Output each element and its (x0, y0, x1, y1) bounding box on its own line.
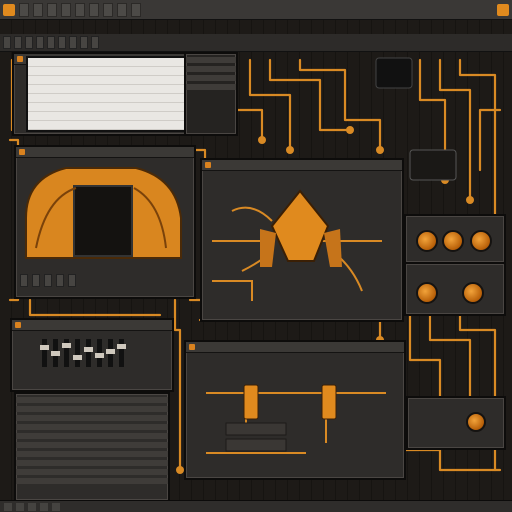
status-item (40, 502, 48, 511)
preview-graphic (25, 167, 182, 259)
list-item[interactable] (28, 67, 188, 76)
panel-icon (17, 56, 23, 62)
status-item (28, 502, 36, 511)
orange-knob-icon[interactable] (462, 282, 484, 304)
list-item[interactable] (28, 94, 188, 103)
list-item[interactable] (28, 112, 188, 121)
panel-icon (205, 162, 211, 168)
list-item[interactable] (28, 58, 188, 67)
knob-panel (404, 262, 506, 316)
panel-titlebar (12, 320, 172, 331)
fader[interactable] (117, 339, 126, 367)
menu-item[interactable] (89, 2, 99, 17)
toolbar-button[interactable] (3, 36, 11, 49)
menu-item[interactable] (61, 2, 71, 17)
desktop-canvas (0, 0, 512, 512)
node-shape (270, 189, 330, 262)
property-row[interactable] (16, 406, 168, 412)
chip-icon (375, 57, 413, 89)
canvas-window (200, 158, 404, 322)
control-button[interactable] (44, 274, 52, 287)
status-item (4, 502, 12, 511)
toolbar-button[interactable] (80, 36, 88, 49)
menu-item[interactable] (103, 2, 113, 17)
tool-bar (0, 34, 512, 52)
panel-icon (189, 344, 195, 350)
property-row[interactable] (16, 478, 168, 484)
file-listing[interactable] (26, 56, 190, 132)
toolbar-button[interactable] (25, 36, 33, 49)
orange-knob-icon[interactable] (442, 230, 464, 252)
panel-icon (15, 322, 21, 328)
properties-panel (14, 392, 170, 502)
transport-controls (16, 272, 194, 289)
toolbar-button[interactable] (36, 36, 44, 49)
toolbar-button[interactable] (91, 36, 99, 49)
list-item[interactable] (28, 76, 188, 85)
fader[interactable] (95, 339, 104, 367)
fader-group (12, 331, 172, 375)
property-row[interactable] (16, 442, 168, 448)
app-icon[interactable] (3, 3, 15, 16)
orange-knob-icon[interactable] (416, 230, 438, 252)
control-button[interactable] (32, 274, 40, 287)
property-row[interactable] (16, 415, 168, 421)
fader[interactable] (73, 339, 82, 367)
orange-knob-icon[interactable] (470, 230, 492, 252)
knob-panel (404, 214, 506, 264)
panel-titlebar (186, 342, 404, 353)
panel-titlebar (16, 147, 194, 158)
property-row[interactable] (16, 460, 168, 466)
mixer-panel (10, 318, 174, 392)
toolbar-button[interactable] (58, 36, 66, 49)
panel-titlebar (202, 160, 402, 171)
menu-item[interactable] (117, 2, 127, 17)
control-button[interactable] (56, 274, 64, 287)
status-bar (0, 500, 512, 512)
menu-item[interactable] (47, 2, 57, 17)
list-item[interactable] (28, 121, 188, 130)
orange-knob-icon[interactable] (416, 282, 438, 304)
fader[interactable] (62, 339, 71, 367)
toolbar-button[interactable] (14, 36, 22, 49)
signal-graph[interactable] (186, 353, 400, 473)
preview-panel (14, 145, 196, 299)
inspector-row[interactable] (186, 84, 236, 90)
menu-item[interactable] (75, 2, 85, 17)
toolbar-button[interactable] (47, 36, 55, 49)
settings-icon[interactable] (497, 3, 509, 16)
status-item (52, 502, 60, 511)
fader[interactable] (51, 339, 60, 367)
toolbar-button[interactable] (69, 36, 77, 49)
inspector-row[interactable] (186, 66, 236, 72)
gear-icon[interactable] (466, 412, 486, 432)
property-row[interactable] (16, 469, 168, 475)
timeline-window (184, 340, 406, 480)
list-item[interactable] (28, 85, 188, 94)
inspector-row[interactable] (186, 75, 236, 81)
control-button[interactable] (20, 274, 28, 287)
list-item[interactable] (28, 103, 188, 112)
menu-bar (0, 0, 512, 20)
menu-item[interactable] (131, 2, 141, 17)
property-row[interactable] (16, 433, 168, 439)
meter-panel (406, 396, 506, 450)
property-row[interactable] (16, 451, 168, 457)
fader[interactable] (84, 339, 93, 367)
fader[interactable] (106, 339, 115, 367)
property-row[interactable] (16, 397, 168, 403)
property-row[interactable] (16, 424, 168, 430)
status-item (16, 502, 24, 511)
panel-icon (19, 149, 25, 155)
inspector-row[interactable] (186, 57, 236, 63)
node-graph[interactable] (202, 171, 398, 317)
menu-item[interactable] (33, 2, 43, 17)
side-inspector-panel (184, 52, 238, 136)
fader[interactable] (40, 339, 49, 367)
menu-item[interactable] (19, 2, 29, 17)
control-button[interactable] (68, 274, 76, 287)
